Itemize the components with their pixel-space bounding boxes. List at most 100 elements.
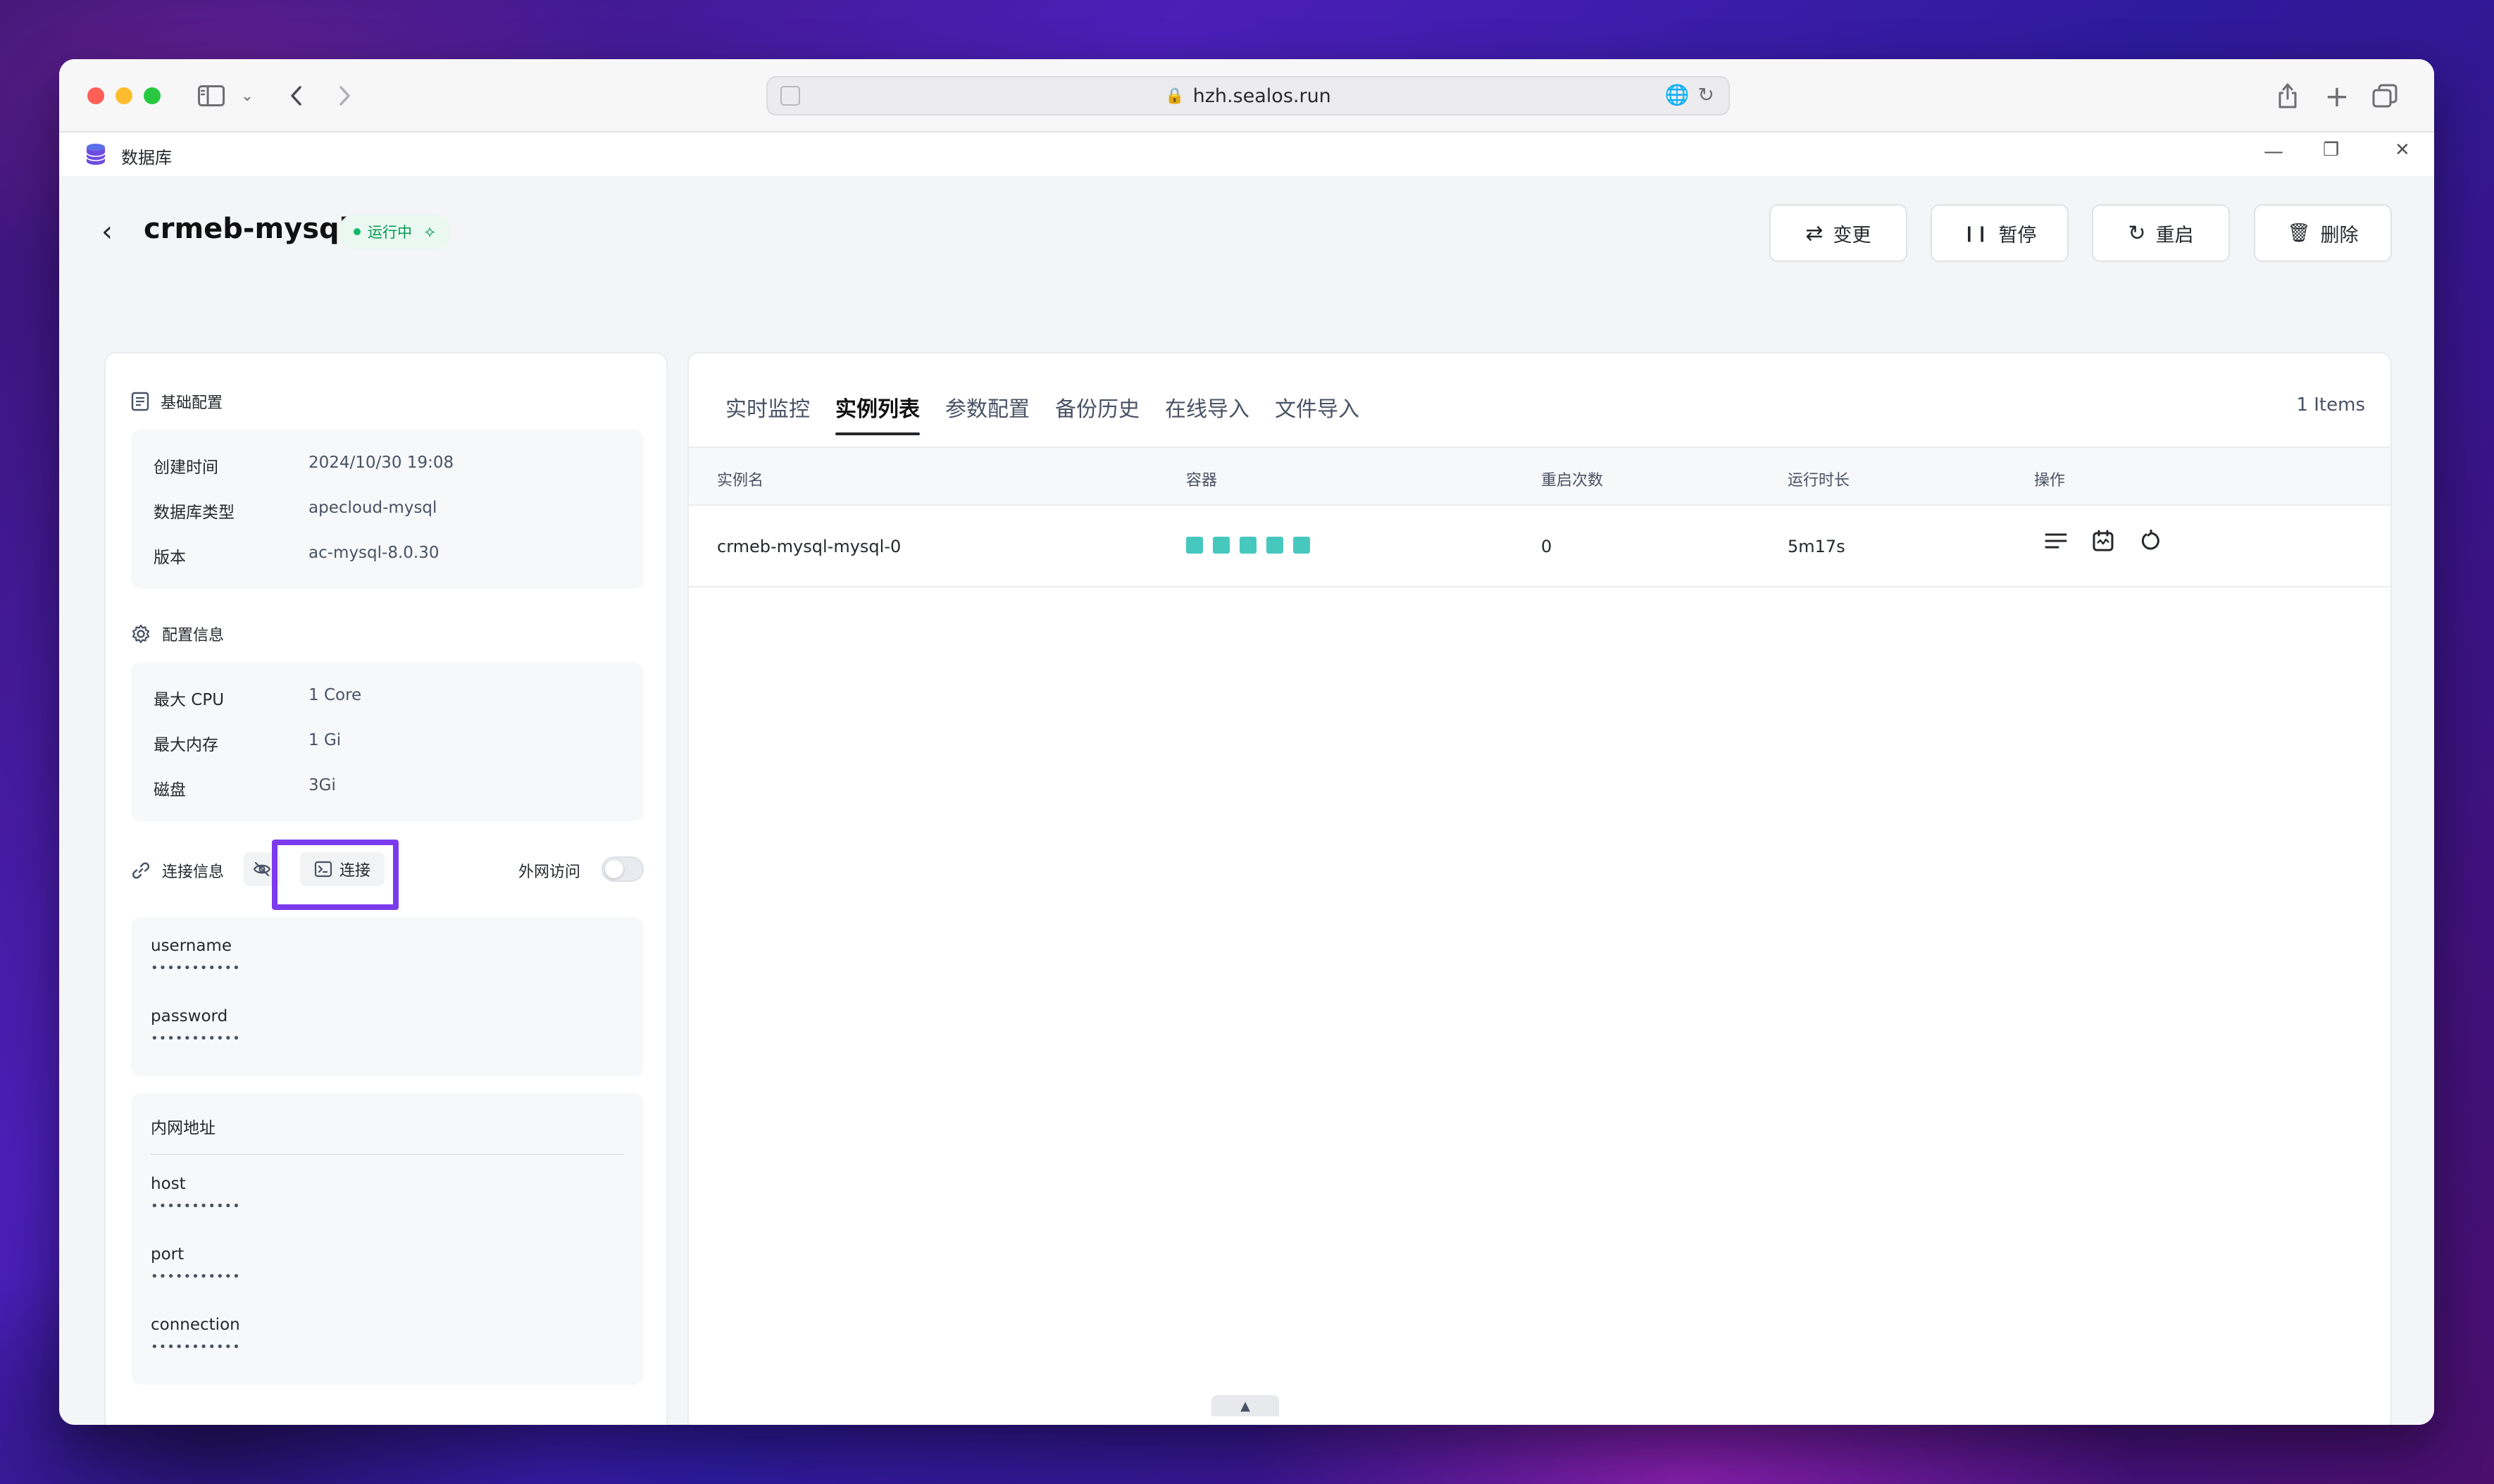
pause-icon: ❙❙ (1962, 224, 1989, 242)
connection-label: connection (151, 1316, 240, 1334)
column-header: 容器 (1186, 472, 1218, 490)
app-restore-icon[interactable]: ❐ (2323, 139, 2339, 161)
tab-realtime-monitor[interactable]: 实时监控 (725, 392, 810, 435)
container-square (1240, 537, 1257, 554)
link-icon (132, 862, 150, 879)
tab-online-import[interactable]: 在线导入 (1165, 392, 1249, 435)
restart-instance-icon[interactable] (2140, 529, 2162, 559)
url-text: hzh.sealos.run (1192, 85, 1331, 107)
browser-window: ⌄ 🔒 hzh.sealos.run 🌐 ↻ + 数据库 — ❐ ✕ ‹ crm… (59, 59, 2434, 1425)
info-row: 最大 CPU 1 Core (154, 686, 362, 709)
database-icon (86, 144, 106, 165)
back-icon[interactable] (282, 79, 310, 113)
sparkle-icon: ⟡ (425, 223, 435, 241)
port-value: ••••••••••• (151, 1269, 241, 1284)
address-bar[interactable]: 🔒 hzh.sealos.run 🌐 ↻ (766, 76, 1730, 116)
external-access-label: 外网访问 (518, 863, 581, 881)
status-text: 运行中 (368, 224, 412, 241)
host-label: host (151, 1175, 186, 1193)
username-label: username (151, 937, 232, 955)
forward-icon[interactable] (331, 79, 359, 113)
document-icon (131, 392, 149, 411)
container-square (1186, 537, 1203, 554)
internal-address-box: 内网地址 host ••••••••••• port ••••••••••• c… (131, 1093, 644, 1385)
toggle-knob (605, 860, 623, 878)
divider (151, 1154, 624, 1155)
username-value: ••••••••••• (151, 961, 241, 975)
change-label: 变更 (1833, 224, 1871, 247)
column-header: 重启次数 (1541, 472, 1604, 490)
app-close-icon[interactable]: ✕ (2395, 139, 2410, 161)
delete-button[interactable]: 🗑 删除 (2254, 204, 2392, 262)
chevron-down-icon[interactable]: ⌄ (237, 79, 258, 113)
share-icon[interactable] (2272, 79, 2303, 113)
container-square (1213, 537, 1230, 554)
logs-icon[interactable] (2044, 530, 2068, 558)
info-row: 创建时间 2024/10/30 19:08 (154, 454, 454, 477)
tab-backup-history[interactable]: 备份历史 (1055, 392, 1140, 435)
uptime: 5m17s (1788, 537, 1845, 556)
page-icon (780, 86, 800, 106)
basic-config-heading: 基础配置 (131, 390, 223, 413)
events-icon[interactable] (2092, 530, 2114, 559)
app-titlebar: 数据库 — ❐ ✕ (59, 132, 2434, 176)
items-count: 1 Items (2296, 394, 2365, 416)
pause-button[interactable]: ❙❙ 暂停 (1931, 204, 2069, 262)
new-tab-icon[interactable]: + (2321, 79, 2352, 113)
info-row: 版本 ac-mysql-8.0.30 (154, 544, 439, 567)
eye-off-icon (253, 861, 271, 877)
minimize-window-button[interactable] (116, 87, 132, 104)
status-dot-icon (354, 228, 361, 235)
gear-icon (132, 624, 150, 644)
app-content: ‹ crmeb-mysql 运行中 ⟡ ⇄ 变更 ❙❙ 暂停 ↻ 重启 🗑 删除… (59, 176, 2434, 1425)
trash-icon: 🗑 (2287, 223, 2311, 244)
tab-instance-list[interactable]: 实例列表 (835, 392, 920, 435)
highlight-box (272, 840, 399, 910)
tab-parameter-config[interactable]: 参数配置 (945, 392, 1030, 435)
lock-icon: 🔒 (1165, 87, 1185, 105)
info-row: 最大内存 1 Gi (154, 731, 342, 754)
collapse-handle-icon[interactable]: ▲ (1211, 1395, 1279, 1416)
restart-button[interactable]: ↻ 重启 (2092, 204, 2230, 262)
restart-count: 0 (1541, 537, 1552, 556)
app-minimize-icon[interactable]: — (2264, 139, 2283, 163)
table-row: crmeb-mysql-mysql-0 0 5m17s (689, 506, 2390, 587)
host-value: ••••••••••• (151, 1199, 241, 1214)
column-header: 运行时长 (1788, 472, 1850, 490)
details-panel: 基础配置 创建时间 2024/10/30 19:08 数据库类型 apecloud-… (104, 352, 668, 1425)
close-window-button[interactable] (87, 87, 104, 104)
translate-icon[interactable]: 🌐 (1665, 83, 1690, 106)
config-info-heading: 配置信息 (131, 623, 224, 645)
table-header: 实例名 容器 重启次数 运行时长 操作 (689, 447, 2390, 506)
external-access-toggle[interactable] (601, 856, 644, 882)
restart-icon: ↻ (2128, 220, 2146, 246)
delete-label: 删除 (2320, 224, 2359, 247)
browser-toolbar: ⌄ 🔒 hzh.sealos.run 🌐 ↻ + (59, 59, 2434, 132)
info-row: 磁盘 3Gi (154, 776, 336, 799)
password-label: password (151, 1007, 228, 1025)
swap-icon: ⇄ (1805, 220, 1823, 246)
zoom-window-button[interactable] (144, 87, 161, 104)
restart-label: 重启 (2155, 224, 2194, 247)
basic-config-box: 创建时间 2024/10/30 19:08 数据库类型 apecloud-mysql… (131, 430, 644, 589)
tab-file-import[interactable]: 文件导入 (1275, 392, 1359, 435)
pause-label: 暂停 (1998, 224, 2037, 247)
port-label: port (151, 1245, 185, 1264)
container-status (1186, 537, 1310, 554)
container-square (1266, 537, 1283, 554)
tab-overview-icon[interactable] (2369, 79, 2400, 113)
back-arrow-icon[interactable]: ‹ (101, 216, 113, 248)
app-title: 数据库 (121, 148, 172, 168)
connection-value: ••••••••••• (151, 1340, 241, 1354)
config-info-box: 最大 CPU 1 Core 最大内存 1 Gi 磁盘 3Gi (131, 662, 644, 821)
reload-icon[interactable]: ↻ (1698, 83, 1714, 106)
instance-name: crmeb-mysql-mysql-0 (717, 537, 902, 556)
password-value: ••••••••••• (151, 1031, 241, 1046)
change-button[interactable]: ⇄ 变更 (1769, 204, 1907, 262)
column-header: 实例名 (717, 472, 764, 490)
connection-info-heading: 连接信息 (131, 859, 224, 882)
credentials-box: username ••••••••••• password ••••••••••… (131, 917, 644, 1076)
sidebar-toggle-icon[interactable] (194, 79, 228, 113)
info-row: 数据库类型 apecloud-mysql (154, 499, 437, 522)
tab-bar: 实时监控 实例列表 参数配置 备份历史 在线导入 文件导入 (725, 392, 1385, 435)
